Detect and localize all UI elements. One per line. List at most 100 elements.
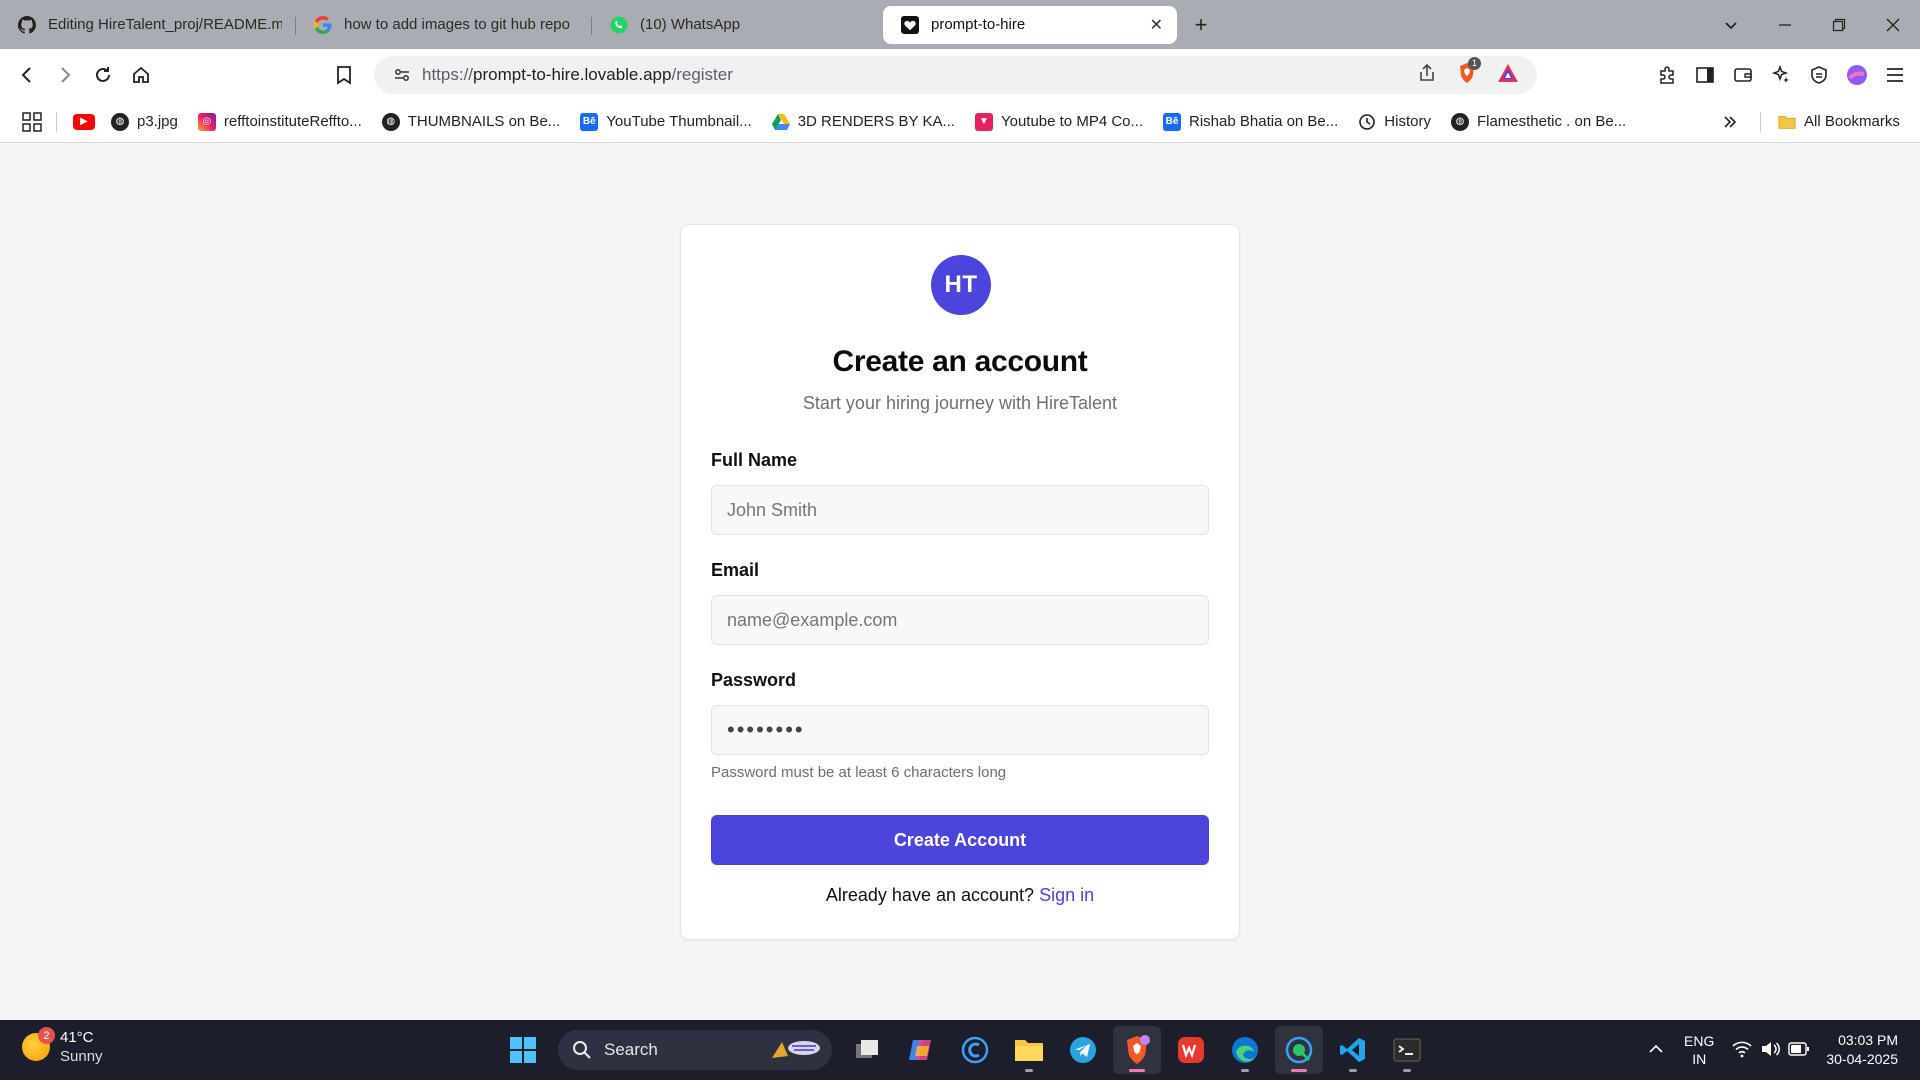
tab-title: Editing HireTalent_proj/README.md [48, 16, 282, 33]
bookmark-item[interactable]: ◍ THUMBNAILS on Be... [381, 112, 560, 131]
email-input[interactable] [711, 595, 1209, 645]
create-account-button[interactable]: Create Account [711, 815, 1209, 865]
globe-icon: ◍ [111, 112, 129, 131]
instagram-icon: ◎ [197, 112, 216, 131]
home-icon [133, 66, 149, 83]
task-view-button[interactable] [843, 1026, 891, 1074]
running-indicator [1025, 1069, 1033, 1072]
clock-date: 30-04-2025 [1826, 1051, 1898, 1067]
terminal-button[interactable] [1383, 1026, 1431, 1074]
telegram-button[interactable] [1059, 1026, 1107, 1074]
minimize-icon[interactable] [1758, 18, 1812, 32]
tab-github[interactable]: Editing HireTalent_proj/README.md [0, 5, 296, 45]
terminal-icon [1393, 1038, 1421, 1062]
profile-avatar-icon[interactable] [1840, 58, 1874, 92]
bookmark-item[interactable]: ▼ Youtube to MP4 Co... [974, 112, 1144, 131]
search-icon [573, 1041, 591, 1059]
bookmark-item[interactable]: ◎ refftoinstituteReffto... [197, 112, 362, 131]
running-indicator [1129, 1069, 1145, 1072]
tab-google[interactable]: how to add images to git hub repo [296, 5, 592, 45]
page-content: HT Create an account Start your hiring j… [0, 144, 1920, 1020]
bookmark-item[interactable]: ◍ Flamesthetic . on Be... [1450, 112, 1626, 131]
forward-button[interactable] [46, 56, 84, 94]
bookmark-item[interactable]: 3D RENDERS BY KA... [771, 113, 955, 131]
tab-search-chevron-icon[interactable] [1704, 18, 1758, 32]
show-hidden-icons-chevron-icon[interactable] [1648, 1041, 1664, 1060]
volume-icon[interactable] [1760, 1040, 1781, 1061]
wallet-icon[interactable] [1726, 58, 1760, 92]
wps-office-button[interactable] [1167, 1026, 1215, 1074]
reload-button[interactable] [84, 56, 122, 94]
site-settings-icon[interactable] [382, 66, 422, 84]
file-explorer-button[interactable] [1005, 1026, 1053, 1074]
running-indicator [1349, 1069, 1357, 1072]
battery-icon[interactable] [1788, 1041, 1810, 1059]
brave-icon [1127, 1035, 1150, 1064]
brave-button[interactable] [1113, 1026, 1161, 1074]
language-code: ENG [1684, 1033, 1715, 1049]
extensions-icon[interactable] [1650, 58, 1684, 92]
drive-icon [771, 113, 790, 131]
password-input[interactable]: •••••••• [711, 705, 1209, 755]
edge-button[interactable] [1221, 1026, 1269, 1074]
window-controls [1704, 0, 1920, 49]
youtube-bookmark[interactable]: ▶ [73, 113, 95, 130]
task-view-icon [856, 1040, 878, 1058]
apps-grid-icon[interactable] [22, 111, 42, 132]
home-button[interactable] [122, 56, 160, 94]
search-highlight-icon [768, 1036, 824, 1069]
globe-icon: ◍ [381, 112, 400, 131]
windows-icon [510, 1037, 536, 1063]
ccleaner-button[interactable] [951, 1026, 999, 1074]
taskbar-search[interactable]: Search [558, 1030, 832, 1070]
clock[interactable]: 03:03 PM 30-04-2025 [1826, 1031, 1898, 1069]
bookmark-page-button[interactable] [325, 56, 363, 94]
wifi-icon[interactable] [1732, 1040, 1752, 1061]
tab-strip: Editing HireTalent_proj/README.md how to… [0, 0, 1920, 49]
tab-whatsapp[interactable]: (10) WhatsApp [592, 5, 877, 45]
address-bar[interactable]: https://prompt-to-hire.lovable.app/regis… [374, 56, 1537, 94]
restore-icon[interactable] [1812, 18, 1866, 32]
page-subtitle: Start your hiring journey with HireTalen… [802, 393, 1118, 413]
weather-widget[interactable]: 2 41°C Sunny [22, 1027, 103, 1066]
share-icon[interactable] [1417, 63, 1437, 88]
copilot-button[interactable] [897, 1026, 945, 1074]
menu-icon[interactable] [1878, 58, 1912, 92]
brave-rewards-icon[interactable] [1497, 63, 1519, 88]
tab-title: how to add images to git hub repo [344, 16, 570, 33]
history-icon [1358, 113, 1376, 131]
all-bookmarks-button[interactable]: All Bookmarks [1778, 113, 1900, 131]
close-tab-icon[interactable]: ✕ [1150, 15, 1163, 35]
sign-in-link[interactable]: Sign in [1039, 885, 1094, 905]
bookmark-label: Rishab Bhatia on Be... [1189, 113, 1339, 130]
url-text[interactable]: https://prompt-to-hire.lovable.app/regis… [422, 65, 1417, 85]
new-tab-button[interactable]: + [1183, 7, 1219, 43]
brave-shields-icon[interactable]: 1 [1457, 56, 1482, 89]
url-host: prompt-to-hire.lovable.app [473, 65, 672, 84]
chrome-beta-button[interactable] [1275, 1026, 1323, 1074]
full-name-input[interactable] [711, 485, 1209, 535]
folder-icon [1778, 113, 1796, 131]
more-bookmarks-icon[interactable] [1722, 114, 1738, 130]
sidebar-icon[interactable] [1688, 58, 1722, 92]
bookmark-label: Youtube to MP4 Co... [1000, 113, 1144, 130]
bookmark-item[interactable]: Bē Rishab Bhatia on Be... [1163, 112, 1339, 131]
vpn-shield-icon[interactable] [1802, 58, 1836, 92]
google-icon [314, 15, 332, 34]
c-app-icon [961, 1036, 989, 1064]
bookmark-item[interactable]: ◍ p3.jpg [111, 112, 178, 131]
bookmark-item[interactable]: History [1358, 113, 1431, 131]
start-button[interactable] [499, 1026, 547, 1074]
region-code: IN [1692, 1051, 1707, 1067]
leo-ai-icon[interactable] [1764, 58, 1798, 92]
close-window-icon[interactable] [1866, 18, 1920, 32]
language-indicator[interactable]: ENG IN [1684, 1032, 1714, 1068]
bookmark-item[interactable]: Bē YouTube Thumbnail... [580, 112, 752, 131]
bookmark-label: p3.jpg [137, 113, 178, 130]
globe-icon: ◍ [1450, 112, 1469, 131]
vscode-button[interactable] [1329, 1026, 1377, 1074]
password-hint: Password must be at least 6 characters l… [711, 764, 1007, 781]
back-button[interactable] [8, 56, 46, 94]
browser-toolbar: https://prompt-to-hire.lovable.app/regis… [0, 49, 1920, 101]
tab-prompt-to-hire[interactable]: prompt-to-hire ✕ [883, 5, 1177, 44]
